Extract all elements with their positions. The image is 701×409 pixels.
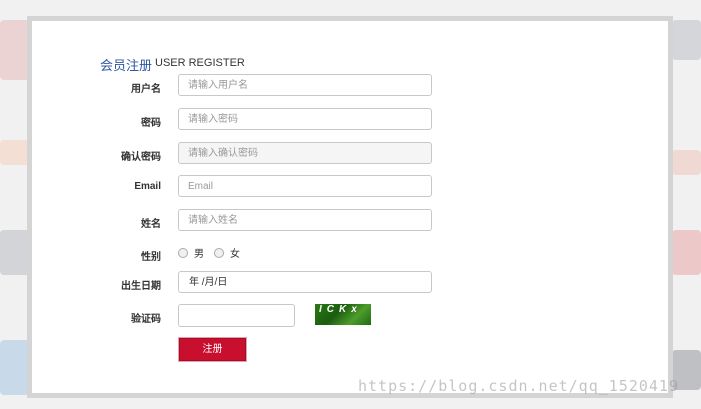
bg-image <box>0 340 30 395</box>
bg-image <box>672 20 701 60</box>
name-label: 姓名 <box>141 219 161 230</box>
gender-label: 性别 <box>141 252 161 263</box>
bg-image <box>672 150 701 175</box>
username-label: 用户名 <box>131 84 161 95</box>
captcha-image[interactable]: ICKx <box>315 304 371 325</box>
gender-female-option[interactable]: 女 <box>214 245 240 260</box>
bg-image <box>672 230 701 275</box>
username-input[interactable]: 请输入用户名 <box>178 74 432 96</box>
password-label: 密码 <box>141 118 161 129</box>
email-label: Email <box>134 181 161 192</box>
birthdate-label: 出生日期 <box>121 281 161 292</box>
male-radio[interactable] <box>178 247 188 258</box>
form-title: 会员注册 <box>100 58 153 73</box>
captcha-input[interactable] <box>178 304 295 327</box>
register-button[interactable]: 注册 <box>179 338 246 361</box>
gender-male-option[interactable]: 男 <box>178 245 204 260</box>
male-label: 男 <box>194 249 204 260</box>
bg-image <box>0 230 30 275</box>
confirm-password-input[interactable]: 请输入确认密码 <box>178 142 432 164</box>
watermark: https://blog.csdn.net/qq_1520419 <box>358 377 679 395</box>
form-subtitle: USER REGISTER <box>155 57 245 69</box>
female-radio[interactable] <box>214 247 224 258</box>
captcha-label: 验证码 <box>131 314 161 325</box>
register-modal: 会员注册 USER REGISTER 用户名 请输入用户名 密码 请输入密码 确… <box>27 16 673 398</box>
female-label: 女 <box>230 249 240 260</box>
bg-image <box>0 20 30 80</box>
bg-image <box>0 140 30 165</box>
confirm-password-label: 确认密码 <box>121 152 161 163</box>
email-input[interactable]: Email <box>178 175 432 197</box>
name-input[interactable]: 请输入姓名 <box>178 209 432 231</box>
birthdate-input[interactable]: 年 /月/日 <box>178 271 432 293</box>
password-input[interactable]: 请输入密码 <box>178 108 432 130</box>
gender-group: 男 女 <box>178 245 250 260</box>
